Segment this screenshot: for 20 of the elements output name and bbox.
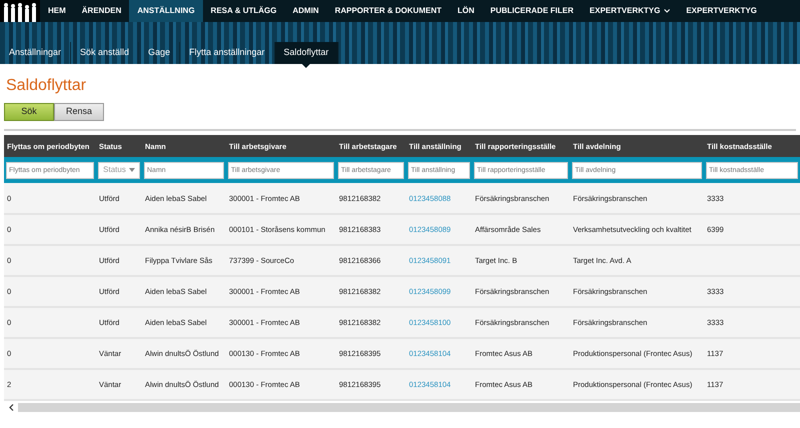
nav-tab[interactable]: LÖN — [450, 0, 482, 22]
nav-tab[interactable]: RESA & UTLÄGG — [202, 0, 285, 22]
horizontal-scrollbar[interactable] — [4, 403, 800, 412]
sub-tab[interactable]: Anställningar — [0, 42, 72, 64]
sub-tab[interactable]: Gage — [139, 42, 180, 64]
nav-tab[interactable]: EXPERTVERKTYG — [678, 0, 765, 22]
nav-tab[interactable]: PUBLICERADE FILER — [482, 0, 582, 22]
caret-down-icon — [128, 168, 135, 172]
nav-tab[interactable]: HEM — [40, 0, 74, 22]
nav-tab[interactable]: ANSTÄLLNING — [129, 0, 203, 22]
clear-button[interactable]: Rensa — [54, 103, 104, 122]
sub-tab[interactable]: Sök anställd — [71, 42, 140, 64]
nav-tab[interactable]: EXPERTVERKTYG — [582, 0, 678, 22]
nav-tab[interactable]: ÄRENDEN — [74, 0, 130, 22]
search-button[interactable]: Sök — [4, 103, 54, 122]
people-logo-icon — [2, 2, 38, 22]
scroll-left-icon[interactable] — [8, 404, 14, 412]
nav-tab[interactable]: RAPPORTER & DOKUMENT — [326, 0, 450, 22]
nav-tab[interactable]: ADMIN — [284, 0, 327, 22]
page-title: Saldoflyttar — [6, 76, 88, 96]
